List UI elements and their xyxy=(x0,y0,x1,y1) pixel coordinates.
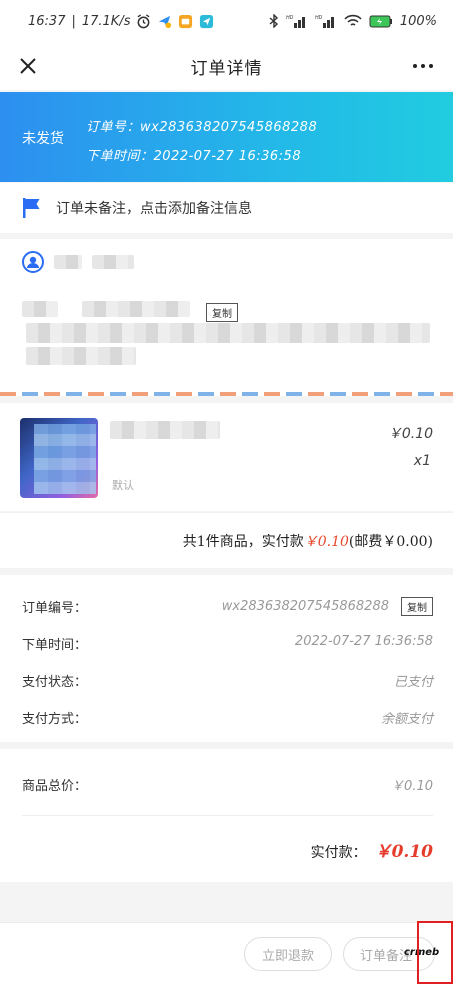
app-notification-icon xyxy=(159,15,172,28)
more-options-button[interactable] xyxy=(409,54,437,78)
paid-amount-row: 实付款： ￥0.10 xyxy=(311,837,433,862)
page-title: 订单详情 xyxy=(190,58,263,79)
more-dot-icon xyxy=(429,64,433,68)
order-time-line: 下单时间：2022-07-27 16:36:58 xyxy=(86,145,301,164)
close-icon xyxy=(20,58,36,74)
info-value: 已支付 xyxy=(393,675,433,690)
svg-text:HD: HD xyxy=(315,15,323,21)
divider xyxy=(22,815,433,816)
goods-item[interactable]: 默认 ￥0.10 x1 xyxy=(0,403,453,511)
address-line-redacted xyxy=(26,347,136,365)
bottom-action-bar: 立即退款 订单备注 xyxy=(0,922,453,989)
info-value: 2022-07-27 16:36:58 xyxy=(294,634,433,649)
svg-text:HD: HD xyxy=(286,15,294,21)
price-summary-section: 商品总价： ￥0.10 实付款： ￥0.10 xyxy=(0,749,453,882)
order-detail-page: 16:37 | 17.1K/s HD HD 100% 订单详情 未发货 订单号：… xyxy=(0,0,453,989)
order-number: wx283638207545868288 xyxy=(140,120,318,135)
flag-icon xyxy=(23,198,40,218)
product-spec: 默认 xyxy=(112,479,134,492)
shipping-fee: (邮费￥0.00) xyxy=(348,534,433,550)
recipient-row xyxy=(22,251,134,273)
message-app-icon xyxy=(179,14,193,28)
order-number-label: 订单号： xyxy=(86,120,141,135)
product-quantity: x1 xyxy=(413,453,431,469)
recipient-phone-redacted xyxy=(22,301,58,317)
envelope-stripe xyxy=(0,392,453,396)
order-time: 2022-07-27 16:36:58 xyxy=(153,149,302,164)
app-bar: 订单详情 xyxy=(0,42,453,90)
status-time: 16:37 xyxy=(28,13,66,29)
signal-1-icon: HD xyxy=(286,15,305,28)
send-app-icon xyxy=(200,14,214,28)
battery-percent: 100% xyxy=(399,13,437,29)
order-time-label: 下单时间： xyxy=(86,149,154,164)
info-row-pay-status: 支付状态： 已支付 xyxy=(0,661,453,698)
signal-2-icon: HD xyxy=(315,15,334,28)
recipient-name-redacted xyxy=(92,255,134,269)
more-dot-icon xyxy=(413,64,417,68)
info-label: 支付状态： xyxy=(22,675,88,690)
status-bar: 16:37 | 17.1K/s HD HD 100% xyxy=(0,0,453,42)
product-name-redacted xyxy=(110,421,220,439)
user-avatar-icon xyxy=(22,251,44,273)
order-total-row: 共1件商品，实付款￥0.10(邮费￥0.00) xyxy=(0,512,453,568)
address-line-redacted xyxy=(26,323,430,343)
more-dot-icon xyxy=(421,64,425,68)
product-price: ￥0.10 xyxy=(387,426,433,442)
paid-amount: ￥0.10 xyxy=(374,842,433,862)
recipient-phone-redacted xyxy=(82,301,190,317)
info-label: 支付方式： xyxy=(22,712,88,727)
network-speed: 17.1K/s xyxy=(81,13,131,29)
highlight-box xyxy=(417,921,453,984)
add-remark-row[interactable]: 订单未备注，点击添加备注信息 xyxy=(0,183,453,233)
order-info-section: 订单编号： wx283638207545868288 复制 下单时间： 2022-… xyxy=(0,575,453,742)
refund-button[interactable]: 立即退款 xyxy=(244,937,332,971)
wifi-icon xyxy=(344,14,362,26)
copy-phone-button[interactable]: 复制 xyxy=(206,303,238,322)
goods-total-value: ￥0.10 xyxy=(391,779,433,794)
copy-order-no-button[interactable]: 复制 xyxy=(401,597,433,616)
product-thumbnail xyxy=(20,418,98,498)
info-value: wx283638207545868288 xyxy=(221,599,389,614)
close-button[interactable] xyxy=(14,52,42,80)
order-status: 未发货 xyxy=(22,131,64,147)
order-number-line: 订单号：wx283638207545868288 xyxy=(86,116,317,135)
recipient-name-redacted xyxy=(54,255,82,269)
total-prefix: 共1件商品，实付款 xyxy=(182,534,304,550)
goods-total-label: 商品总价： xyxy=(22,779,88,794)
shipping-address-card: 复制 xyxy=(0,239,453,396)
info-label: 下单时间： xyxy=(22,638,88,653)
order-status-banner: 未发货 订单号：wx283638207545868288 下单时间：2022-0… xyxy=(0,92,453,182)
info-row-order-no: 订单编号： wx283638207545868288 复制 xyxy=(0,587,453,624)
info-value: 余额支付 xyxy=(380,712,433,727)
alarm-icon xyxy=(137,13,150,28)
info-row-order-time: 下单时间： 2022-07-27 16:36:58 xyxy=(0,624,453,661)
info-label: 订单编号： xyxy=(22,601,88,616)
remark-hint: 订单未备注，点击添加备注信息 xyxy=(56,201,252,217)
total-amount: ￥0.10 xyxy=(303,534,349,550)
bluetooth-icon xyxy=(269,14,278,28)
paid-label: 实付款： xyxy=(310,845,367,861)
info-row-pay-method: 支付方式： 余额支付 xyxy=(0,698,453,735)
battery-icon xyxy=(369,15,392,27)
